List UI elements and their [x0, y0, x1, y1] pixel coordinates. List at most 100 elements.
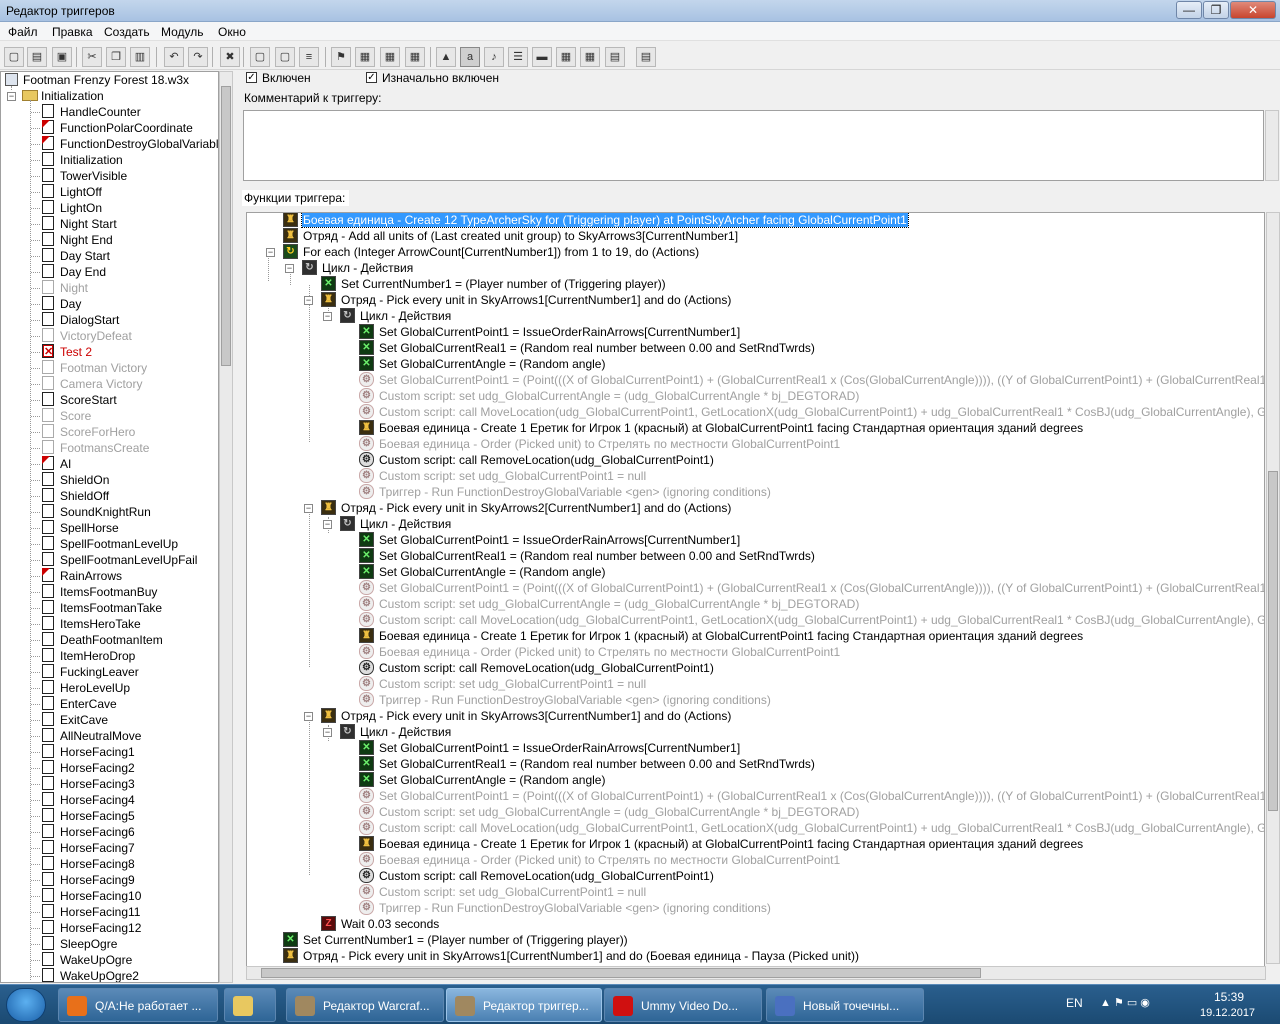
menu-file[interactable]: Файл	[8, 25, 38, 39]
maximize-button[interactable]: ❐	[1203, 1, 1229, 19]
tree-item[interactable]: HorseFacing3	[1, 776, 218, 792]
tree-item[interactable]: FuckingLeaver	[1, 664, 218, 680]
toolbar-new-comment-icon[interactable]: ≡	[299, 47, 319, 67]
function-row[interactable]: ✕ Set GlobalCurrentAngle = (Random angle)	[247, 564, 1264, 580]
clock-time[interactable]: 15:39	[1214, 990, 1244, 1004]
taskbar-task[interactable]	[224, 988, 276, 1022]
initially-on-checkbox[interactable]: ✓	[366, 72, 377, 83]
tree-item[interactable]: Night End	[1, 232, 218, 248]
tree-item[interactable]: Score	[1, 408, 218, 424]
toolbar-cut-icon[interactable]: ✂	[82, 47, 102, 67]
function-row[interactable]: ⚙ Custom script: set udg_GlobalCurrentPoi…	[247, 468, 1264, 484]
tree-item[interactable]: RainArrows	[1, 568, 218, 584]
function-row[interactable]: ✕ Set CurrentNumber1 = (Player number of …	[247, 276, 1264, 292]
tree-item[interactable]: Day	[1, 296, 218, 312]
toolbar-tb-b-icon[interactable]: a	[460, 47, 480, 67]
functions-hscrollbar[interactable]	[246, 966, 1266, 980]
function-row[interactable]: ✕ Set GlobalCurrentPoint1 = IssueOrderRai…	[247, 324, 1264, 340]
function-row[interactable]: ⚙ Custom script: set udg_GlobalCurrentAng…	[247, 804, 1264, 820]
tree-item[interactable]: Day Start	[1, 248, 218, 264]
collapse-toggle-icon[interactable]: −	[323, 728, 332, 737]
toolbar-redo-icon[interactable]: ↷	[188, 47, 208, 67]
tree-item[interactable]: HorseFacing2	[1, 760, 218, 776]
toolbar-tb-e-icon[interactable]: ▬	[532, 47, 552, 67]
function-row[interactable]: − ♜ Отряд - Pick every unit in SkyArrows3[…	[247, 708, 1264, 724]
tree-item[interactable]: ExitCave	[1, 712, 218, 728]
function-row[interactable]: ⚙ Триггер - Run FunctionDestroyGlobalVari…	[247, 900, 1264, 916]
functions-tree[interactable]: ♜ Боевая единица - Create 12 TypeArcherSk…	[246, 212, 1265, 979]
toolbar-tb-c-icon[interactable]: ♪	[484, 47, 504, 67]
toolbar-paste-icon[interactable]: ▥	[130, 47, 150, 67]
functions-hscroll-thumb[interactable]	[261, 968, 981, 978]
tree-item[interactable]: FunctionDestroyGlobalVariable	[1, 136, 218, 152]
taskbar-task[interactable]: Новый точечны...	[766, 988, 924, 1022]
tree-item[interactable]: HorseFacing4	[1, 792, 218, 808]
menu-module[interactable]: Модуль	[161, 25, 204, 39]
comment-field[interactable]	[243, 110, 1264, 181]
tree-item[interactable]: Footman Victory	[1, 360, 218, 376]
function-row[interactable]: ✕ Set GlobalCurrentReal1 = (Random real n…	[247, 340, 1264, 356]
collapse-toggle-icon[interactable]: −	[304, 712, 313, 721]
tree-item[interactable]: WakeUpOgre	[1, 952, 218, 968]
collapse-toggle-icon[interactable]: −	[323, 312, 332, 321]
function-row[interactable]: − ♜ Отряд - Pick every unit in SkyArrows1[…	[247, 292, 1264, 308]
comment-scrollbar[interactable]	[1265, 110, 1279, 181]
function-row[interactable]: ⚙ Custom script: set udg_GlobalCurrentAng…	[247, 596, 1264, 612]
tree-item[interactable]: ✕ Test 2	[1, 344, 218, 360]
tree-item[interactable]: DialogStart	[1, 312, 218, 328]
function-row[interactable]: − ↻ For each (Integer ArrowCount[CurrentNu…	[247, 244, 1264, 260]
function-row[interactable]: ⚙ Set GlobalCurrentPoint1 = (Point(((X of…	[247, 580, 1264, 596]
tree-item[interactable]: ItemHeroDrop	[1, 648, 218, 664]
function-row[interactable]: ✕ Set GlobalCurrentReal1 = (Random real n…	[247, 548, 1264, 564]
function-row[interactable]: ⚙ Custom script: call RemoveLocation(udg_…	[247, 660, 1264, 676]
taskbar-task[interactable]: Редактор Warcraf...	[286, 988, 444, 1022]
menu-create[interactable]: Создать	[104, 25, 150, 39]
function-row[interactable]: ⚙ Триггер - Run FunctionDestroyGlobalVari…	[247, 692, 1264, 708]
toolbar-tb-a-icon[interactable]: ▲	[436, 47, 456, 67]
function-row[interactable]: ✕ Set GlobalCurrentReal1 = (Random real n…	[247, 756, 1264, 772]
tree-item[interactable]: HorseFacing1	[1, 744, 218, 760]
toolbar-new-icon[interactable]: ▢	[4, 47, 24, 67]
function-row[interactable]: ♜ Боевая единица - Create 1 Еретик for Иг…	[247, 836, 1264, 852]
tree-item[interactable]: DeathFootmanItem	[1, 632, 218, 648]
function-row[interactable]: − ↻ Цикл - Действия	[247, 724, 1264, 740]
function-row[interactable]: − ↻ Цикл - Действия	[247, 260, 1264, 276]
tree-item[interactable]: ScoreStart	[1, 392, 218, 408]
tree-item[interactable]: HorseFacing10	[1, 888, 218, 904]
tree-item[interactable]: SpellFootmanLevelUpFail	[1, 552, 218, 568]
tree-item[interactable]: HorseFacing6	[1, 824, 218, 840]
function-row[interactable]: ♜ Боевая единица - Create 1 Еретик for Иг…	[247, 628, 1264, 644]
function-row[interactable]: ✕ Set GlobalCurrentAngle = (Random angle)	[247, 772, 1264, 788]
start-button[interactable]	[6, 988, 46, 1022]
tree-item[interactable]: SpellFootmanLevelUp	[1, 536, 218, 552]
menu-edit[interactable]: Правка	[52, 25, 93, 39]
tree-item[interactable]: HorseFacing5	[1, 808, 218, 824]
tree-scroll-thumb[interactable]	[221, 86, 231, 366]
tree-root[interactable]: Footman Frenzy Forest 18.w3x	[1, 72, 218, 88]
tree-item[interactable]: LightOn	[1, 200, 218, 216]
collapse-toggle-icon[interactable]: −	[323, 520, 332, 529]
menu-window[interactable]: Окно	[218, 25, 246, 39]
trigger-tree[interactable]: Footman Frenzy Forest 18.w3x − Initializat…	[0, 71, 219, 983]
tree-item[interactable]: ItemsHeroTake	[1, 616, 218, 632]
toolbar-new-condition-icon[interactable]: ▦	[355, 47, 375, 67]
function-row[interactable]: ⚙ Custom script: call MoveLocation(udg_Gl…	[247, 404, 1264, 420]
toolbar-new-action-icon[interactable]: ▦	[380, 47, 400, 67]
tree-item[interactable]: SoundKnightRun	[1, 504, 218, 520]
toolbar-tb-i-icon[interactable]: ▤	[636, 47, 656, 67]
tree-item[interactable]: HorseFacing12	[1, 920, 218, 936]
tree-item[interactable]: HorseFacing9	[1, 872, 218, 888]
enabled-checkbox[interactable]: ✓	[246, 72, 257, 83]
tree-item[interactable]: ShieldOn	[1, 472, 218, 488]
function-row[interactable]: ♜ Боевая единица - Create 1 Еретик for Иг…	[247, 420, 1264, 436]
tree-item[interactable]: LightOff	[1, 184, 218, 200]
close-button[interactable]: ✕	[1230, 1, 1276, 19]
tree-item[interactable]: ShieldOff	[1, 488, 218, 504]
toolbar-save-icon[interactable]: ▣	[52, 47, 72, 67]
tree-item[interactable]: Night Start	[1, 216, 218, 232]
toolbar-tb-h-icon[interactable]: ▤	[605, 47, 625, 67]
tree-item[interactable]: Camera Victory	[1, 376, 218, 392]
tree-item[interactable]: VictoryDefeat	[1, 328, 218, 344]
tree-item[interactable]: ItemsFootmanTake	[1, 600, 218, 616]
toolbar-new-trigger-icon[interactable]: ▢	[275, 47, 295, 67]
